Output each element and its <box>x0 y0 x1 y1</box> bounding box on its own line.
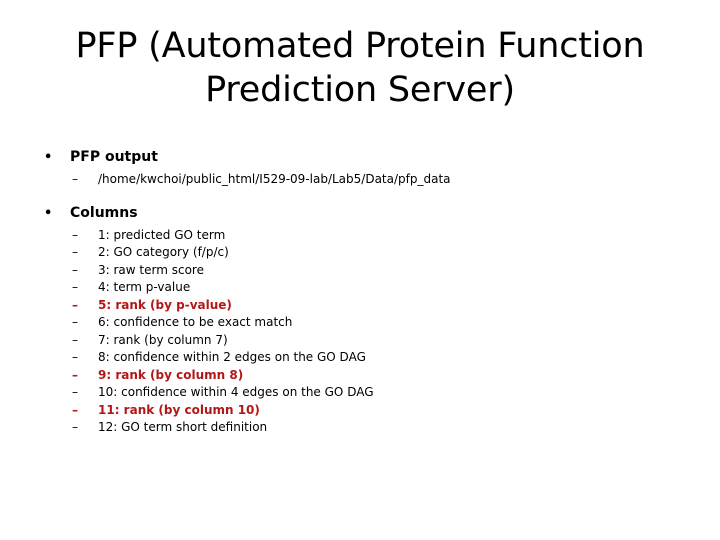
column-description: 10: confidence within 4 edges on the GO … <box>98 385 374 399</box>
dash-bullet-icon: – <box>72 262 78 277</box>
column-description: 12: GO term short definition <box>98 420 268 434</box>
dash-bullet-icon: – <box>72 245 78 259</box>
file-path-value: /home/kwchoi/public_html/I529-09-lab/Lab… <box>98 172 451 186</box>
list-item: – 4: term p-value <box>0 279 720 297</box>
columns-list: – 1: predicted GO term – 2: GO category … <box>0 227 720 437</box>
list-item: – 12: GO term short definition <box>0 419 720 437</box>
section-columns: • Columns – 1: predicted GO term – 2: GO… <box>0 204 720 437</box>
dash-bullet-icon: – <box>72 385 78 399</box>
list-item: – 11: rank (by column 10) <box>0 402 720 420</box>
column-description: 7: rank (by column 7) <box>98 332 228 347</box>
dash-bullet-icon: – <box>72 297 78 312</box>
section-heading-label: PFP output <box>70 149 158 165</box>
dash-bullet-icon: – <box>72 350 78 364</box>
dash-bullet-icon: – <box>72 332 78 347</box>
slide: PFP (Automated Protein Function Predicti… <box>0 0 720 540</box>
list-item: – 6: confidence to be exact match <box>0 314 720 332</box>
column-description: 9: rank (by column 8) <box>98 367 244 382</box>
bullet-dot-icon: • <box>44 205 53 221</box>
list-item: – 2: GO category (f/p/c) <box>0 244 720 262</box>
bullet-dot-icon: • <box>44 150 53 165</box>
column-description: 4: term p-value <box>98 280 191 294</box>
dash-bullet-icon: – <box>72 367 78 382</box>
section-pfp-output: • PFP output – /home/kwchoi/public_html/… <box>0 148 720 189</box>
list-item: – /home/kwchoi/public_html/I529-09-lab/L… <box>0 171 720 189</box>
list-item: – 7: rank (by column 7) <box>0 332 720 350</box>
dash-bullet-icon: – <box>72 172 78 186</box>
dash-bullet-icon: – <box>72 420 78 434</box>
list-item: – 10: confidence within 4 edges on the G… <box>0 384 720 402</box>
column-description: 3: raw term score <box>98 262 204 277</box>
slide-title: PFP (Automated Protein Function Predicti… <box>50 24 670 112</box>
list-item: – 3: raw term score <box>0 262 720 280</box>
dash-bullet-icon: – <box>72 227 78 242</box>
list-item: – 9: rank (by column 8) <box>0 367 720 385</box>
list-item: – 8: confidence within 2 edges on the GO… <box>0 349 720 367</box>
column-description: 8: confidence within 2 edges on the GO D… <box>98 350 366 364</box>
list-item: – 1: predicted GO term <box>0 227 720 245</box>
column-description: 1: predicted GO term <box>98 227 226 242</box>
column-description: 6: confidence to be exact match <box>98 315 293 329</box>
list-item: – 5: rank (by p-value) <box>0 297 720 315</box>
section-heading-label: Columns <box>70 204 138 221</box>
dash-bullet-icon: – <box>72 315 78 329</box>
column-description: 5: rank (by p-value) <box>98 297 232 312</box>
slide-body: • PFP output – /home/kwchoi/public_html/… <box>0 148 720 437</box>
slide-title-line-2: Prediction Server) <box>205 70 515 110</box>
column-description: 11: rank (by column 10) <box>98 402 260 417</box>
section-heading-pfp-output: • PFP output <box>0 148 720 167</box>
slide-title-line-1: PFP (Automated Protein Function <box>75 26 645 66</box>
section-heading-columns: • Columns <box>0 204 720 223</box>
pfp-output-list: – /home/kwchoi/public_html/I529-09-lab/L… <box>0 171 720 189</box>
dash-bullet-icon: – <box>72 280 78 294</box>
column-description: 2: GO category (f/p/c) <box>98 245 229 259</box>
dash-bullet-icon: – <box>72 402 78 417</box>
